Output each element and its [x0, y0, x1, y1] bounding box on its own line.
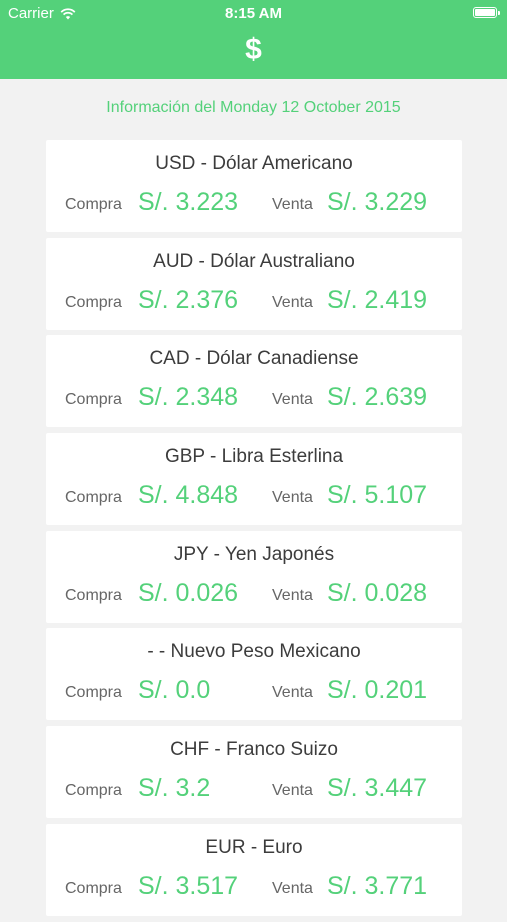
- sell-value: S/. 3.229: [327, 188, 428, 216]
- sell-value: S/. 0.201: [327, 676, 428, 705]
- info-date-line: Información del Monday 12 October 2015: [106, 99, 401, 116]
- currency-rates: Compra S/. 0.0 Venta S/. 0.201: [46, 674, 462, 706]
- currency-name: - - Nuevo Peso Mexicano: [147, 641, 361, 663]
- status-time: 8:15 AM: [225, 5, 282, 22]
- buy-value: S/. 2.348: [138, 383, 239, 412]
- sell-label: Venta: [272, 586, 313, 604]
- sell-value: S/. 0.028: [327, 578, 428, 607]
- currency-name: CAD - Dólar Canadiense: [149, 348, 359, 370]
- buy-value: S/. 4.848: [138, 481, 239, 510]
- sell-label: Venta: [272, 782, 313, 800]
- buy-value: S/. 2.376: [138, 285, 239, 314]
- buy-label: Compra: [65, 684, 122, 702]
- currency-card[interactable]: - - Nuevo Peso Mexicano Compra S/. 0.0 V…: [46, 628, 462, 721]
- sell-label: Venta: [272, 684, 313, 702]
- currency-rates: Compra S/. 4.848 Venta S/. 5.107: [46, 479, 462, 511]
- sell-value: S/. 5.107: [327, 481, 428, 510]
- currency-card[interactable]: AUD - Dólar Australiano Compra S/. 2.376…: [46, 237, 462, 330]
- sell-label: Venta: [272, 489, 313, 507]
- sell-label: Venta: [272, 196, 313, 213]
- currency-rates: Compra S/. 2.348 Venta S/. 2.639: [46, 381, 462, 413]
- buy-label: Compra: [65, 879, 122, 897]
- sell-label: Venta: [272, 293, 313, 311]
- buy-label: Compra: [65, 586, 122, 604]
- currency-rates: Compra S/. 3.223 Venta S/. 3.229: [46, 186, 462, 218]
- buy-label: Compra: [65, 489, 122, 507]
- buy-label: Compra: [65, 782, 122, 800]
- currency-rates: Compra S/. 3.517 Venta S/. 3.771: [46, 870, 462, 902]
- buy-value: S/. 0.026: [138, 578, 239, 607]
- currency-card[interactable]: JPY - Yen Japonés Compra S/. 0.026 Venta…: [46, 530, 462, 623]
- battery-icon: [473, 7, 500, 18]
- buy-value: S/. 0.0: [138, 676, 211, 705]
- currency-name: GBP - Libra Esterlina: [164, 446, 344, 468]
- currency-card[interactable]: GBP - Libra Esterlina Compra S/. 4.848 V…: [46, 433, 462, 526]
- status-bar: Carrier 8:15 AM: [0, 0, 507, 28]
- buy-label: Compra: [65, 391, 122, 409]
- currency-card[interactable]: CHF - Franco Suizo Compra S/. 3.2 Venta …: [46, 726, 462, 819]
- currency-rates: Compra S/. 3.2 Venta S/. 3.447: [46, 772, 462, 804]
- currency-rates: Compra S/. 0.026 Venta S/. 0.028: [46, 577, 462, 609]
- buy-label: Compra: [65, 196, 122, 213]
- buy-value: S/. 3.2: [138, 774, 211, 803]
- currency-name: AUD - Dólar Australiano: [153, 250, 355, 272]
- app-header: Carrier 8:15 AM $: [0, 0, 507, 79]
- sell-value: S/. 3.771: [327, 871, 428, 900]
- buy-value: S/. 3.517: [138, 871, 239, 900]
- currency-card[interactable]: USD - Dólar Americano Compra S/. 3.223 V…: [46, 140, 462, 232]
- currency-name: JPY - Yen Japonés: [173, 543, 335, 565]
- buy-label: Compra: [65, 293, 122, 311]
- sell-value: S/. 2.419: [327, 285, 428, 314]
- dollar-icon: $: [245, 33, 262, 66]
- currency-name: CHF - Franco Suizo: [170, 739, 338, 761]
- currency-list[interactable]: USD - Dólar Americano Compra S/. 3.223 V…: [46, 140, 462, 922]
- buy-value: S/. 3.223: [138, 188, 239, 216]
- currency-card[interactable]: CAD - Dólar Canadiense Compra S/. 2.348 …: [46, 335, 462, 428]
- currency-card[interactable]: EUR - Euro Compra S/. 3.517 Venta S/. 3.…: [46, 823, 462, 916]
- sell-value: S/. 2.639: [327, 383, 428, 412]
- sell-value: S/. 3.447: [327, 774, 428, 803]
- currency-name: EUR - Euro: [205, 836, 303, 858]
- currency-name: USD - Dólar Americano: [155, 153, 353, 174]
- sell-label: Venta: [272, 391, 313, 409]
- sell-label: Venta: [272, 879, 313, 897]
- currency-rates: Compra S/. 2.376 Venta S/. 2.419: [46, 284, 462, 316]
